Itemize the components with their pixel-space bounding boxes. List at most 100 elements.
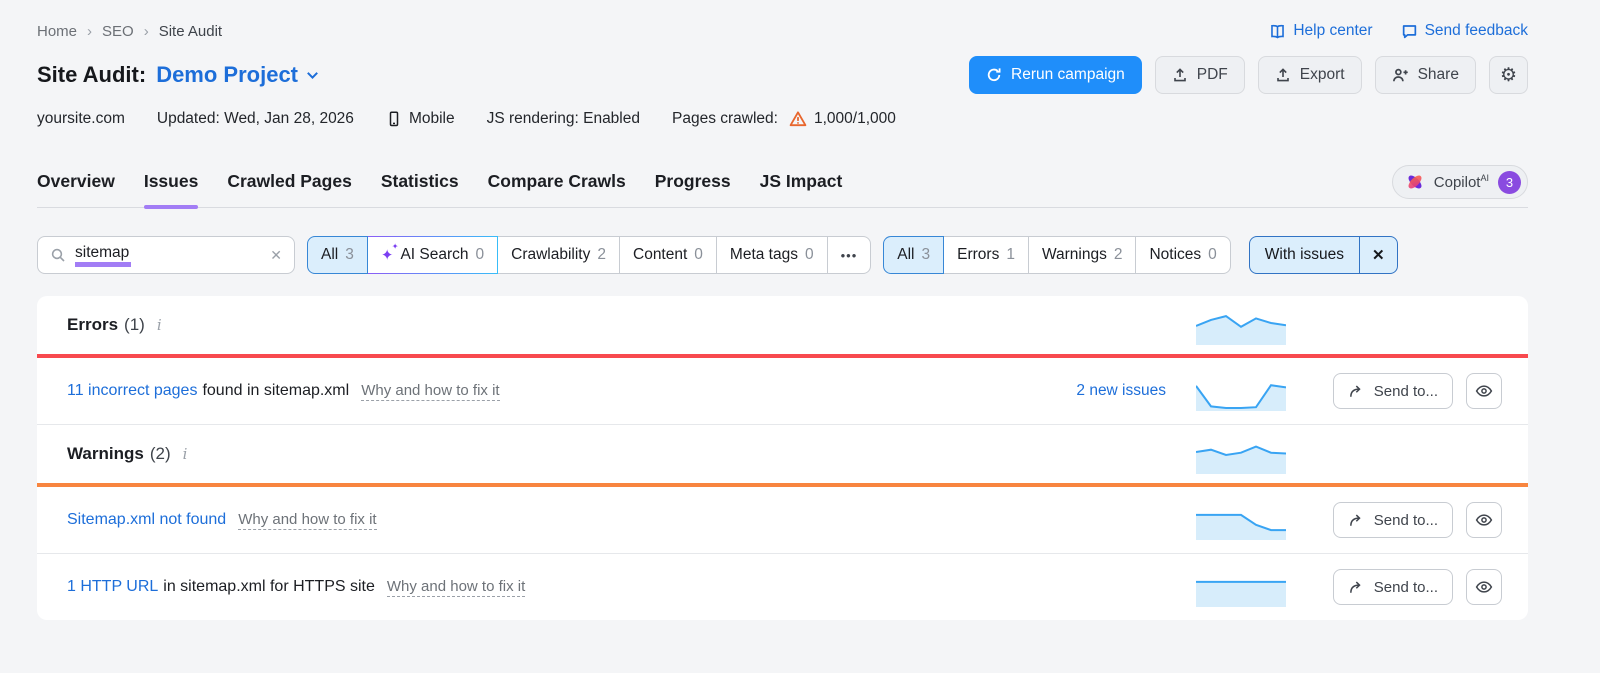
filter-label: Notices (1149, 246, 1202, 263)
pages-crawled: Pages crawled: 1,000/1,000 (672, 110, 896, 128)
hide-issue-button[interactable] (1466, 569, 1502, 605)
filter-category-all[interactable]: All 3 (307, 236, 368, 274)
breadcrumb: Home › SEO › Site Audit (37, 23, 222, 40)
issue-row-sitemap-not-found: Sitemap.xml not found Why and how to fix… (37, 487, 1528, 553)
help-center-link[interactable]: Help center (1269, 22, 1373, 40)
export-button[interactable]: Export (1257, 56, 1362, 94)
share-button[interactable]: Share (1374, 56, 1476, 94)
issue-sparkline (1196, 500, 1286, 540)
forward-arrow-icon (1348, 579, 1365, 596)
severity-errors[interactable]: Errors 1 (943, 236, 1029, 274)
forward-arrow-icon (1348, 383, 1365, 400)
section-title: Warnings (67, 444, 144, 463)
tab-issues[interactable]: Issues (143, 171, 199, 209)
severity-notices[interactable]: Notices 0 (1135, 236, 1231, 274)
gear-icon: ⚙ (1499, 64, 1517, 86)
refresh-icon (986, 67, 1002, 83)
js-rendering-status: JS rendering: Enabled (486, 110, 640, 127)
filter-count: 2 (597, 246, 606, 263)
tab-list: Overview Issues Crawled Pages Statistics… (37, 171, 843, 209)
issue-description: in sitemap.xml for HTTPS site (163, 578, 375, 595)
export-label: Export (1299, 66, 1345, 83)
filter-row: sitemap ✕ All 3 ✦ ✦ AI Search 0 Crawlabil… (37, 236, 1528, 274)
copilot-logo-icon (1405, 172, 1425, 192)
more-filters-button[interactable]: ••• (826, 236, 872, 274)
tab-overview[interactable]: Overview (37, 171, 115, 207)
why-how-to-fix-link[interactable]: Why and how to fix it (386, 578, 526, 597)
why-how-to-fix-link[interactable]: Why and how to fix it (361, 382, 500, 401)
rerun-campaign-button[interactable]: Rerun campaign (969, 56, 1142, 94)
share-label: Share (1417, 66, 1459, 83)
top-links: Help center Send feedback (1269, 22, 1528, 40)
section-header-warnings: Warnings (2) i (37, 425, 1528, 483)
upload-icon (1172, 67, 1188, 83)
issue-link[interactable]: 1 HTTP URL (67, 578, 158, 596)
person-plus-icon (1392, 67, 1409, 84)
severity-warnings[interactable]: Warnings 2 (1027, 236, 1137, 274)
header-actions: Rerun campaign PDF Export Share ⚙ (969, 56, 1528, 94)
search-icon (50, 247, 66, 263)
project-selector[interactable]: Demo Project (156, 62, 319, 88)
pdf-button[interactable]: PDF (1154, 56, 1245, 94)
send-feedback-link[interactable]: Send feedback (1401, 22, 1528, 40)
issue-row-http-url: 1 HTTP URL in sitemap.xml for HTTPS site… (37, 554, 1528, 620)
eye-icon (1475, 511, 1493, 529)
breadcrumb-seo[interactable]: SEO (102, 23, 134, 40)
filter-crawlability[interactable]: Crawlability 2 (497, 236, 620, 274)
filter-content[interactable]: Content 0 (619, 236, 717, 274)
site-domain: yoursite.com (37, 110, 125, 127)
filter-meta-tags[interactable]: Meta tags 0 (715, 236, 828, 274)
help-center-label: Help center (1293, 22, 1373, 39)
rerun-campaign-label: Rerun campaign (1011, 66, 1125, 83)
device-label: Mobile (408, 110, 455, 127)
filter-count: 0 (694, 246, 703, 263)
why-how-to-fix-link[interactable]: Why and how to fix it (238, 511, 377, 530)
breadcrumb-separator: › (143, 22, 149, 40)
tab-crawled-pages[interactable]: Crawled Pages (227, 171, 352, 207)
issue-sparkline (1196, 371, 1286, 411)
mobile-phone-icon (386, 111, 402, 127)
info-icon[interactable]: i (157, 316, 162, 334)
info-icon[interactable]: i (183, 445, 188, 463)
tab-progress[interactable]: Progress (655, 171, 731, 207)
filter-count: 1 (1006, 246, 1015, 263)
filter-label: Crawlability (511, 246, 591, 263)
filter-label: Warnings (1041, 246, 1107, 263)
search-clear-icon[interactable]: ✕ (270, 247, 282, 264)
send-to-button[interactable]: Send to... (1332, 502, 1453, 538)
warnings-sparkline (1196, 434, 1286, 474)
hide-issue-button[interactable] (1466, 502, 1502, 538)
category-filter-group: All 3 ✦ ✦ AI Search 0 Crawlability 2 Cont… (307, 236, 872, 274)
upload-icon (1275, 67, 1291, 83)
send-feedback-label: Send feedback (1424, 22, 1528, 39)
tab-statistics[interactable]: Statistics (381, 171, 459, 207)
filter-count: 0 (804, 246, 814, 263)
tab-compare-crawls[interactable]: Compare Crawls (488, 171, 626, 207)
tab-js-impact[interactable]: JS Impact (760, 171, 843, 207)
copilot-ai-sup: AI (1480, 173, 1489, 183)
issue-row-incorrect-pages: 11 incorrect pages found in sitemap.xml … (37, 358, 1528, 424)
new-issues-link[interactable]: 2 new issues (1076, 382, 1166, 399)
feedback-bubble-icon (1401, 23, 1418, 40)
issue-link[interactable]: 11 incorrect pages (67, 382, 197, 400)
with-issues-label[interactable]: With issues (1250, 237, 1359, 273)
search-input[interactable]: sitemap ✕ (37, 236, 295, 274)
settings-button[interactable]: ⚙ (1488, 56, 1528, 94)
severity-all[interactable]: All 3 (883, 236, 945, 274)
device-type: Mobile (386, 110, 455, 128)
warning-triangle-icon[interactable] (789, 110, 807, 128)
filter-count: 3 (921, 246, 931, 263)
send-to-button[interactable]: Send to... (1332, 569, 1453, 605)
copilot-button[interactable]: CopilotAI 3 (1391, 165, 1528, 199)
hide-issue-button[interactable] (1466, 373, 1502, 409)
send-to-button[interactable]: Send to... (1332, 373, 1453, 409)
section-count: (1) (124, 315, 145, 334)
filter-label: Errors (957, 246, 1000, 263)
title-row: Site Audit: Demo Project Rerun campaign … (37, 56, 1528, 94)
copilot-label: CopilotAI (1433, 173, 1489, 191)
breadcrumb-home[interactable]: Home (37, 23, 77, 40)
with-issues-close-icon[interactable]: ✕ (1359, 237, 1397, 273)
issue-link[interactable]: Sitemap.xml not found (67, 511, 226, 529)
sparkle-icon: ✦ ✦ (380, 241, 399, 264)
filter-ai-search[interactable]: ✦ ✦ AI Search 0 (367, 236, 498, 274)
